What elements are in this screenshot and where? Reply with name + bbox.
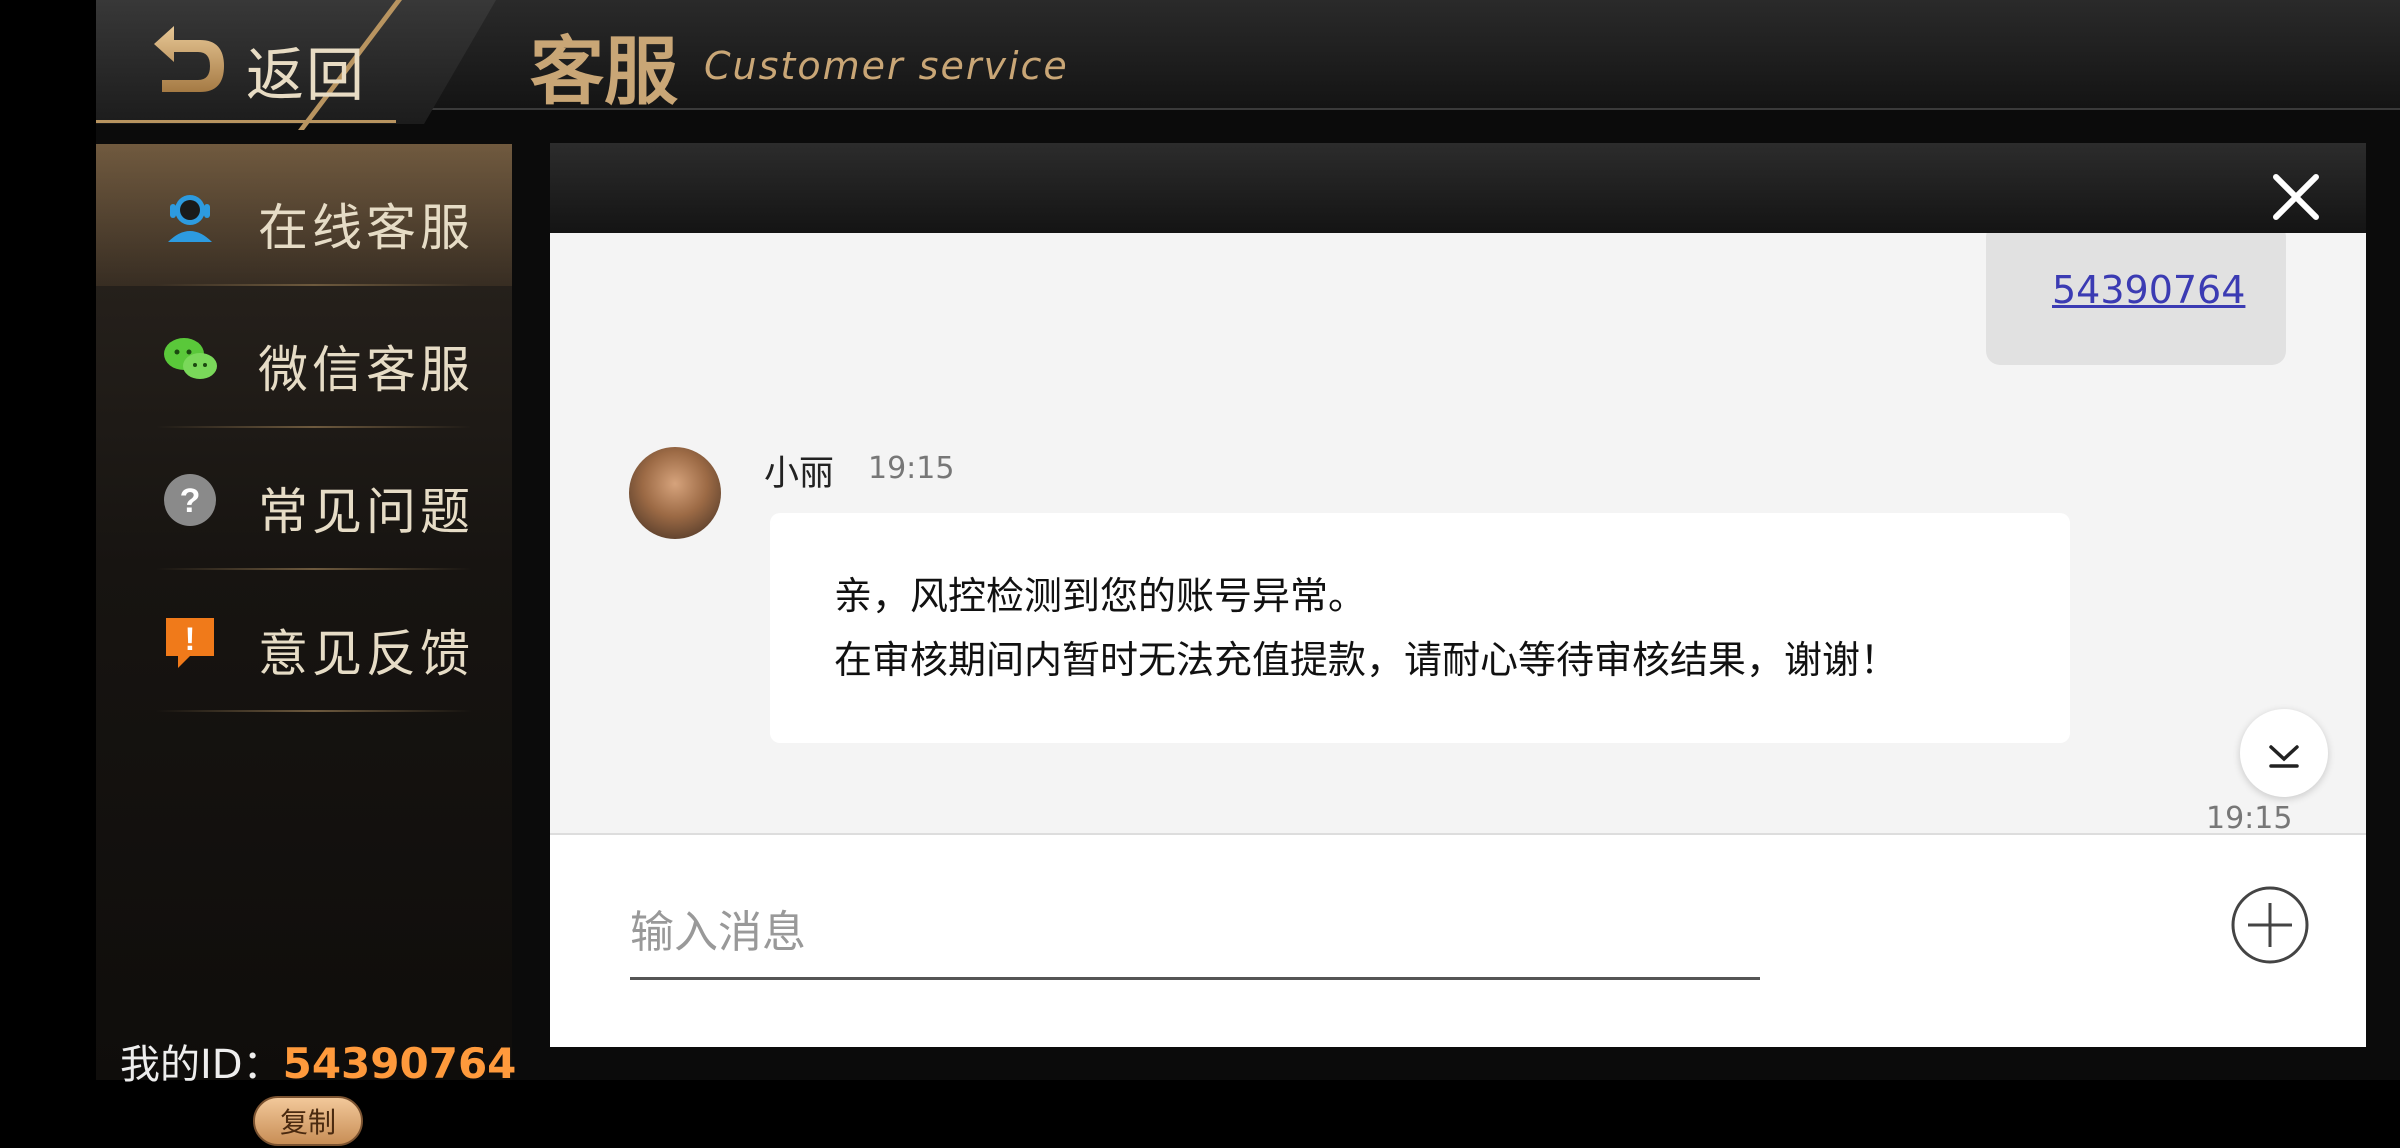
top-bar: 返回 客服 Customer service	[96, 0, 2400, 130]
wechat-icon	[164, 338, 217, 379]
sidebar-item-label: 常见问题	[258, 483, 474, 541]
back-button[interactable]: 返回	[96, 0, 496, 130]
scroll-to-bottom-button[interactable]	[2240, 709, 2328, 797]
agent-avatar	[629, 447, 721, 539]
sidebar-item-label: 在线客服	[258, 199, 474, 257]
agent-message-bubble: 亲，风控检测到您的账号异常。 在审核期间内暂时无法充值提款，请耐心等待审核结果，…	[770, 513, 2070, 743]
sidebar-item-label: 意见反馈	[258, 625, 474, 683]
message-timestamp: 19:15	[2206, 801, 2293, 833]
back-arrow-icon	[154, 26, 224, 92]
question-icon: ?	[164, 474, 216, 526]
sidebar-item-faq[interactable]: ? 常见问题	[96, 428, 512, 570]
sidebar-item-feedback[interactable]: ! 意见反馈	[96, 570, 512, 712]
chevron-down-icon	[2269, 745, 2299, 768]
back-label: 返回	[246, 41, 367, 109]
copy-id-button[interactable]: 复制	[253, 1096, 363, 1146]
customer-service-app: 返回 客服 Customer service 在线客服 微信客服 ? 常见问题 …	[96, 0, 2400, 1146]
message-timestamp: 19:15	[868, 451, 955, 486]
close-icon[interactable]	[2266, 167, 2326, 227]
my-id-value: 54390764	[282, 1039, 517, 1088]
back-button-underline	[96, 120, 396, 123]
agent-name: 小丽	[764, 454, 835, 494]
customer-service-icon	[168, 195, 212, 242]
sidebar-item-online-service[interactable]: 在线客服	[96, 144, 512, 286]
divider	[156, 710, 472, 712]
my-message-bubble: 54390764	[1986, 233, 2286, 365]
svg-text:?: ?	[180, 482, 201, 520]
message-input[interactable]	[630, 887, 1760, 980]
sidebar-item-label: 微信客服	[258, 341, 474, 399]
chat-window: 54390764 小丽 19:15 亲，风控检测到您的账号异常。 在审核期间内暂…	[550, 143, 2366, 1047]
feedback-icon: !	[166, 618, 214, 668]
my-message-link[interactable]: 54390764	[2052, 268, 2245, 312]
my-id-label: 我的ID：	[120, 1042, 283, 1088]
my-id: 我的ID：54390764	[120, 1032, 516, 1090]
message-list[interactable]: 54390764 小丽 19:15 亲，风控检测到您的账号异常。 在审核期间内暂…	[550, 233, 2366, 833]
message-composer	[550, 833, 2366, 1047]
add-attachment-icon[interactable]	[2230, 885, 2310, 965]
agent-message-line: 在审核期间内暂时无法充值提款，请耐心等待审核结果，谢谢！	[834, 638, 1899, 682]
chat-header	[550, 143, 2366, 233]
page-subtitle: Customer service	[704, 44, 1069, 88]
svg-text:!: !	[185, 621, 196, 657]
page-title: 客服	[530, 29, 678, 115]
agent-message-line: 亲，风控检测到您的账号异常。	[834, 574, 1367, 618]
sidebar: 在线客服 微信客服 ? 常见问题 ! 意见反馈 我的ID：54390764 复制	[96, 144, 516, 1146]
sidebar-item-wechat-service[interactable]: 微信客服	[96, 286, 512, 428]
